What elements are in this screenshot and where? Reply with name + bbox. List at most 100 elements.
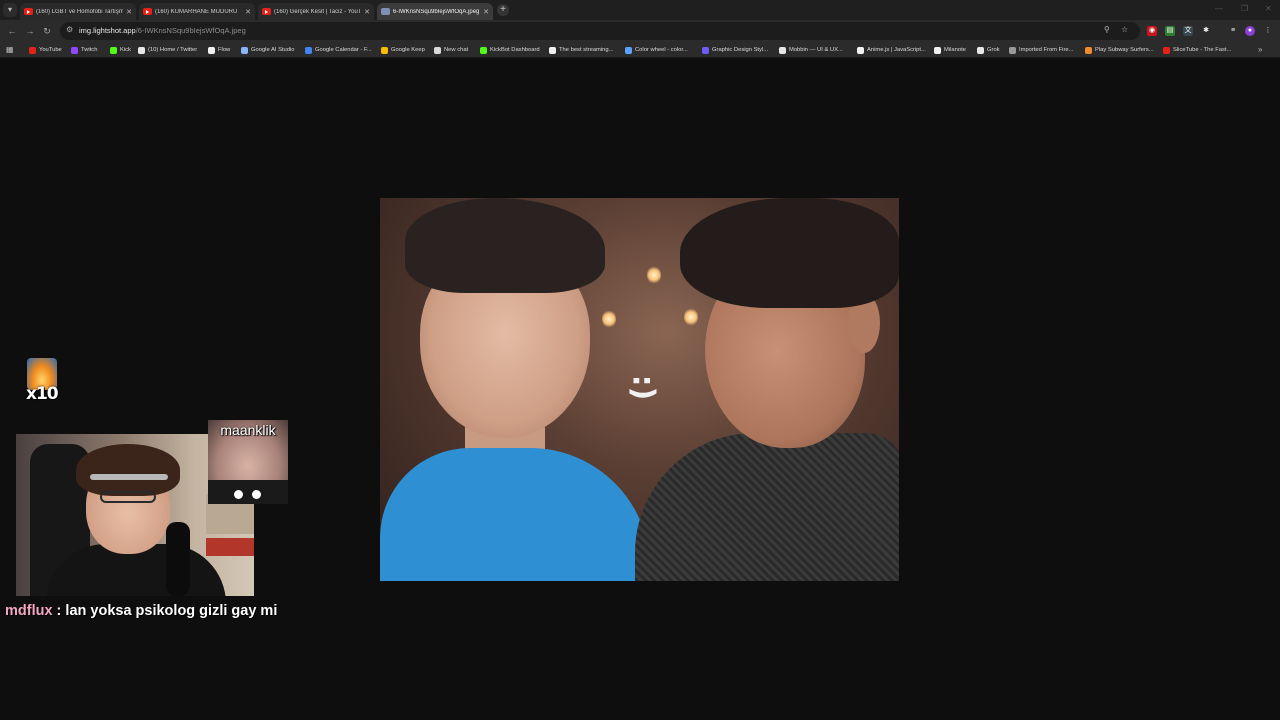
bookmark-favicon-icon <box>625 46 632 54</box>
bookmark-label: Flow <box>218 47 231 53</box>
tab-title: (160) KUMARHANE MÜDÜRÜ <box>155 8 238 15</box>
bookmark-label: Mobbin — UI & UX... <box>789 47 843 53</box>
bookmark-label: (10) Home / Twitter <box>148 47 198 53</box>
apps-grid-icon[interactable]: ▦ <box>6 45 14 54</box>
bookmark-label: Anime.js | JavaScript... <box>867 47 926 53</box>
bookmark-item[interactable]: Flow <box>208 45 230 55</box>
bookmark-item[interactable]: Imported From Fire... <box>1009 45 1073 55</box>
alert-shadow <box>208 480 288 504</box>
bookmark-item[interactable]: Milanote <box>934 45 966 55</box>
bokeh-light <box>684 308 698 326</box>
tab-search-icon[interactable]: ▾ <box>3 3 17 17</box>
bookmark-label: Imported From Fire... <box>1019 47 1074 53</box>
bookmark-label: SliceTube - The Fast... <box>1173 47 1232 53</box>
bookmark-item[interactable]: Google AI Studio <box>241 45 295 55</box>
bookmark-item[interactable]: Anime.js | JavaScript... <box>857 45 926 55</box>
chat-text: lan yoksa psikolog gizli gay mi <box>65 603 278 619</box>
menu-kebab-icon[interactable]: ⋮ <box>1263 26 1273 36</box>
zoom-icon[interactable]: ⚲ <box>1104 25 1110 34</box>
streamer-headband <box>90 474 168 480</box>
bookmark-label: Grok <box>987 47 1000 53</box>
youtube-icon <box>262 8 271 15</box>
viewed-image[interactable]: :) <box>380 198 899 581</box>
tab-3[interactable]: (160) Gerçek Kesit | Taciz - YouTube ✕ <box>258 3 374 20</box>
bookmark-item[interactable]: (10) Home / Twitter <box>138 45 197 55</box>
bookmark-item[interactable]: The best streaming... <box>549 45 613 55</box>
bookmark-item[interactable]: Google Calendar - F... <box>305 45 372 55</box>
bookmark-favicon-icon <box>1163 46 1170 54</box>
bookmark-star-icon[interactable]: ☆ <box>1121 25 1128 34</box>
bookmark-favicon-icon <box>779 46 786 54</box>
bookmark-label: Kick <box>120 47 131 53</box>
bookmark-item[interactable]: Grok <box>977 45 1000 55</box>
address-bar[interactable]: ⚙ img.lightshot.app/6-IWKnsNSqu9bIejsWfO… <box>60 22 1140 40</box>
tab-2[interactable]: (160) KUMARHANE MÜDÜRÜ ✕ <box>139 3 255 20</box>
forward-icon[interactable]: → <box>24 25 36 37</box>
bookmark-label: Google Calendar - F... <box>315 47 372 53</box>
bookmark-favicon-icon <box>934 46 941 54</box>
chat-message: mdflux : lan yoksa psikolog gizli gay mi <box>5 603 277 619</box>
tab-title: (160) LGBT ve Homofobi Tartışması <box>36 8 124 15</box>
person-left-hair <box>405 198 605 293</box>
address-url: img.lightshot.app/6-IWKnsNSqu9bIejsWfOqA… <box>79 26 246 35</box>
profile-avatar-icon[interactable]: ● <box>1245 26 1255 36</box>
youtube-icon <box>143 8 152 15</box>
media-control-icon[interactable]: ≡ <box>1228 26 1238 36</box>
follower-alert: maanklik <box>208 420 288 504</box>
bookmarks-bar: ▦ YouTube Twitch Kick (10) Home / Twitter Fl… <box>0 42 1280 58</box>
new-tab-icon[interactable]: + <box>497 4 509 16</box>
bookmark-item[interactable]: New chat <box>434 45 468 55</box>
browser-toolbar: ← → ↻ ⚙ img.lightshot.app/6-IWKnsNSqu9bI… <box>0 20 1280 42</box>
bookmark-item[interactable]: Twitch <box>71 45 97 55</box>
bookmark-favicon-icon <box>434 46 441 54</box>
bookmark-label: Color wheel - color... <box>635 47 688 53</box>
streamer-hair <box>76 444 180 496</box>
minimize-icon[interactable]: — <box>1215 4 1223 13</box>
extensions-puzzle-icon[interactable]: ✱ <box>1201 26 1211 36</box>
bokeh-light <box>602 310 616 328</box>
person-left-blue-shirt <box>380 448 650 581</box>
close-tab-icon[interactable]: ✕ <box>126 8 132 16</box>
bokeh-light <box>647 266 661 284</box>
person-right-hair <box>680 198 899 308</box>
bookmark-item[interactable]: Graphic Design Styl... <box>702 45 768 55</box>
bookmark-favicon-icon <box>241 46 248 54</box>
site-info-icon[interactable]: ⚙ <box>66 25 73 34</box>
alert-eye <box>234 490 243 499</box>
extension-translate-icon[interactable]: 文 <box>1183 26 1193 36</box>
close-tab-icon[interactable]: ✕ <box>364 8 370 16</box>
bookmark-item[interactable]: Color wheel - color... <box>625 45 688 55</box>
tab-1[interactable]: (160) LGBT ve Homofobi Tartışması ✕ <box>20 3 136 20</box>
close-window-icon[interactable]: ✕ <box>1265 4 1272 13</box>
bookmark-label: Google AI Studio <box>251 47 295 53</box>
multiplier-count: x10 <box>26 384 59 404</box>
bookmark-item[interactable]: KickBot Dashboard <box>480 45 540 55</box>
bookmark-favicon-icon <box>305 46 312 54</box>
tab-4-active[interactable]: 6-IWKnsNSqu9bIejsWfOqA.jpeg ✕ <box>377 3 493 20</box>
bookmark-item[interactable]: Mobbin — UI & UX... <box>779 45 843 55</box>
close-tab-icon[interactable]: ✕ <box>483 8 489 16</box>
bookmark-label: YouTube <box>39 47 62 53</box>
extension-green-icon[interactable]: ▤ <box>1165 26 1175 36</box>
bookmark-favicon-icon <box>1085 46 1092 54</box>
extension-red-icon[interactable]: ◉ <box>1147 26 1157 36</box>
bookmarks-overflow-icon[interactable]: » <box>1258 45 1262 54</box>
bookmark-favicon-icon <box>549 46 556 54</box>
bookmark-item[interactable]: YouTube <box>29 45 62 55</box>
back-icon[interactable]: ← <box>6 25 18 37</box>
bookmark-favicon-icon <box>138 46 145 54</box>
reload-icon[interactable]: ↻ <box>41 25 53 37</box>
maximize-icon[interactable]: ❐ <box>1241 4 1248 13</box>
youtube-icon <box>24 8 33 15</box>
close-tab-icon[interactable]: ✕ <box>245 8 251 16</box>
tab-title: 6-IWKnsNSqu9bIejsWfOqA.jpeg <box>393 8 480 15</box>
bookmark-item[interactable]: SliceTube - The Fast... <box>1163 45 1231 55</box>
tab-title: (160) Gerçek Kesit | Taciz - YouTube <box>274 8 362 15</box>
multiplier-badge: x10 <box>23 358 59 404</box>
bookmark-favicon-icon <box>857 46 864 54</box>
smiley-caption: :) <box>625 374 661 401</box>
bookmark-item[interactable]: Kick <box>110 45 131 55</box>
bookmark-label: The best streaming... <box>559 47 614 53</box>
bookmark-item[interactable]: Google Keep <box>381 45 425 55</box>
bookmark-item[interactable]: Play Subway Surfers... <box>1085 45 1154 55</box>
